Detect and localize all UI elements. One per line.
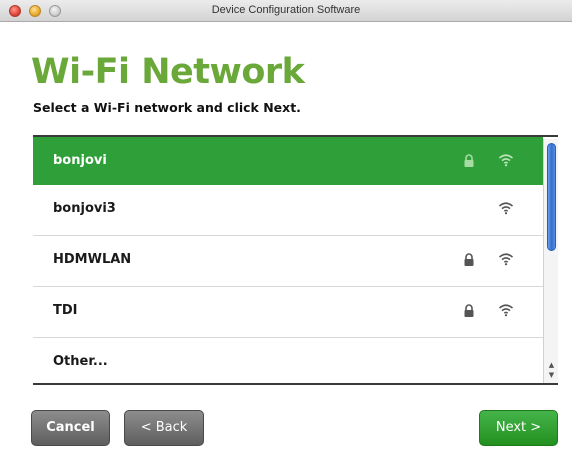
page-title: Wi-Fi Network [31, 52, 305, 92]
network-name: HDMWLAN [53, 252, 132, 267]
next-button[interactable]: Next > [479, 410, 558, 446]
title-bar[interactable]: Device Configuration Software [0, 0, 572, 22]
scroll-up-arrow-icon[interactable]: ▲ [547, 361, 556, 370]
lock-icon [464, 253, 474, 266]
network-row-other[interactable]: Other... [33, 338, 543, 383]
network-name: TDI [53, 303, 78, 318]
app-window: Device Configuration Software Wi-Fi Netw… [0, 0, 572, 457]
scrollbar-thumb[interactable] [547, 143, 556, 251]
network-row-hdmwlan[interactable]: HDMWLAN [33, 236, 543, 287]
lock-icon [464, 154, 474, 167]
network-row-bonjovi3[interactable]: bonjovi3 [33, 185, 543, 236]
network-list[interactable]: bonjovi bonjovi3 HDMWLAN TDI Other... [33, 135, 558, 385]
network-name: bonjovi [53, 153, 107, 168]
network-name: Other... [53, 354, 108, 369]
network-row-tdi[interactable]: TDI [33, 287, 543, 338]
wifi-signal-icon [498, 202, 514, 215]
window-title: Device Configuration Software [211, 4, 361, 16]
wifi-signal-icon [498, 253, 514, 266]
scroll-down-arrow-icon[interactable]: ▼ [547, 371, 556, 380]
list-scrollbar[interactable]: ▲ ▼ [543, 139, 558, 383]
lock-icon [464, 304, 474, 317]
back-button[interactable]: < Back [124, 410, 204, 446]
network-name: bonjovi3 [53, 201, 116, 216]
wifi-signal-icon [498, 154, 514, 167]
network-row-bonjovi[interactable]: bonjovi [33, 137, 543, 188]
page-subtitle: Select a Wi-Fi network and click Next. [33, 100, 301, 115]
cancel-button[interactable]: Cancel [31, 410, 110, 446]
wifi-signal-icon [498, 304, 514, 317]
